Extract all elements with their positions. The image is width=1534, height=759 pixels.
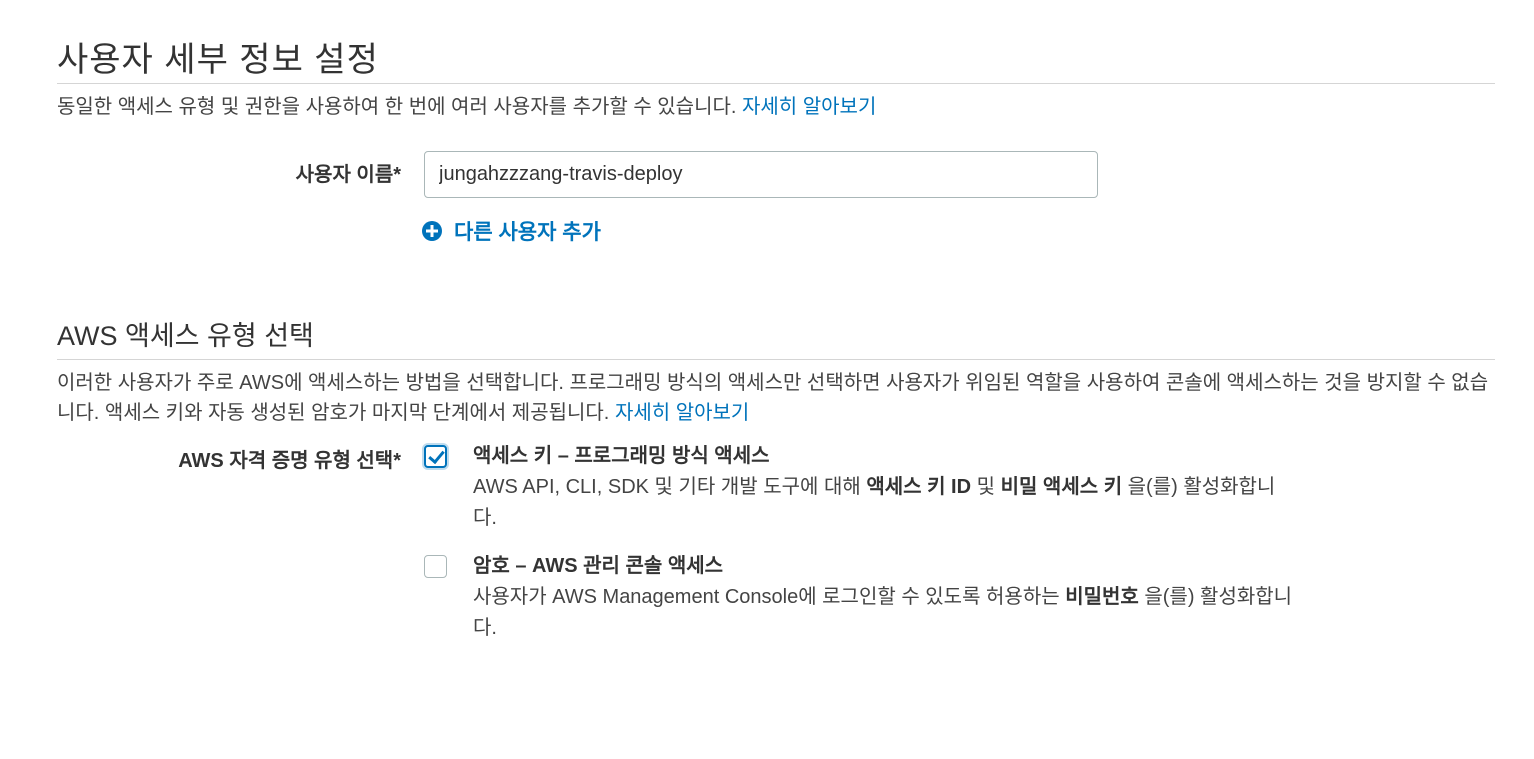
section-title: AWS 액세스 유형 선택 — [57, 321, 314, 351]
username-input[interactable] — [424, 151, 1098, 198]
option-title: 액세스 키 – 프로그래밍 방식 액세스 — [473, 445, 770, 467]
username-label: 사용자 이름* — [295, 164, 401, 186]
desc-text: 및 — [976, 476, 996, 498]
access-key-option: 액세스 키 – 프로그래밍 방식 액세스 AWS API, CLI, SDK 및… — [473, 442, 1293, 534]
option-title: 암호 – AWS 관리 콘솔 액세스 — [473, 555, 724, 577]
divider — [57, 359, 1495, 360]
desc-bold: 액세스 키 ID — [866, 476, 972, 498]
desc-text: AWS API, CLI, SDK 및 기타 개발 도구에 대해 — [473, 476, 861, 498]
desc-text: 사용자가 AWS Management Console에 로그인할 수 있도록 … — [473, 586, 1060, 608]
section-description: 동일한 액세스 유형 및 권한을 사용하여 한 번에 여러 사용자를 추가할 수… — [57, 92, 876, 122]
add-user-label: 다른 사용자 추가 — [454, 221, 601, 244]
credential-type-label: AWS 자격 증명 유형 선택* — [178, 450, 401, 472]
divider — [57, 83, 1495, 84]
description-text: 이러한 사용자가 주로 AWS에 액세스하는 방법을 선택합니다. 프로그래밍 … — [57, 372, 1489, 424]
learn-more-link[interactable]: 자세히 알아보기 — [742, 96, 876, 118]
section-description: 이러한 사용자가 주로 AWS에 액세스하는 방법을 선택합니다. 프로그래밍 … — [57, 368, 1497, 428]
plus-circle-icon — [422, 221, 442, 241]
password-checkbox[interactable] — [424, 555, 447, 578]
password-option: 암호 – AWS 관리 콘솔 액세스 사용자가 AWS Management C… — [473, 552, 1293, 644]
add-another-user-button[interactable]: 다른 사용자 추가 — [422, 216, 601, 246]
desc-bold: 비밀 액세스 키 — [1000, 476, 1123, 498]
page-title: 사용자 세부 정보 설정 — [57, 41, 379, 79]
description-text: 동일한 액세스 유형 및 권한을 사용하여 한 번에 여러 사용자를 추가할 수… — [57, 96, 737, 118]
option-description: AWS API, CLI, SDK 및 기타 개발 도구에 대해 액세스 키 I… — [473, 472, 1293, 534]
create-user-page: 사용자 세부 정보 설정 동일한 액세스 유형 및 권한을 사용하여 한 번에 … — [0, 0, 1534, 759]
learn-more-link[interactable]: 자세히 알아보기 — [615, 402, 749, 424]
access-key-checkbox[interactable] — [424, 445, 447, 468]
option-description: 사용자가 AWS Management Console에 로그인할 수 있도록 … — [473, 582, 1293, 644]
desc-bold: 비밀번호 — [1065, 586, 1139, 608]
